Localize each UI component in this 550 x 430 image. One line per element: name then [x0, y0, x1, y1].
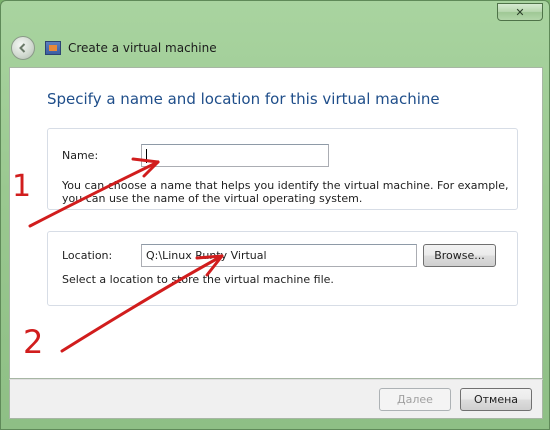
virtual-machine-icon	[45, 41, 61, 55]
location-group: Location: Q:\Linux Runty Virtual Browse.…	[47, 231, 518, 306]
back-arrow-icon	[19, 43, 26, 53]
close-button[interactable]: ✕	[497, 3, 543, 21]
location-input[interactable]: Q:\Linux Runty Virtual	[141, 244, 417, 267]
name-description-line-1: You can choose a name that helps you ide…	[62, 179, 509, 192]
back-button[interactable]	[11, 36, 35, 60]
browse-button[interactable]: Browse...	[423, 244, 496, 267]
name-description-line-2: you can use the name of the virtual oper…	[62, 192, 363, 205]
close-icon: ✕	[515, 5, 525, 19]
location-description: Select a location to store the virtual m…	[62, 273, 334, 286]
title-bar: Create a virtual machine	[9, 31, 541, 65]
name-label: Name:	[62, 149, 99, 162]
page-heading: Specify a name and location for this vir…	[47, 90, 440, 108]
wizard-footer: Далее Отмена	[9, 379, 543, 419]
wizard-content: Specify a name and location for this vir…	[9, 67, 543, 379]
location-label: Location:	[62, 249, 113, 262]
location-input-value: Q:\Linux Runty Virtual	[146, 249, 267, 262]
cancel-button[interactable]: Отмена	[460, 388, 532, 411]
text-caret	[146, 148, 147, 163]
name-input[interactable]	[141, 144, 329, 167]
window-title: Create a virtual machine	[68, 41, 217, 55]
next-button[interactable]: Далее	[379, 388, 451, 411]
window-frame: ✕ Create a virtual machine Specify a nam…	[0, 0, 550, 430]
name-group: Name: You can choose a name that helps y…	[47, 128, 518, 210]
